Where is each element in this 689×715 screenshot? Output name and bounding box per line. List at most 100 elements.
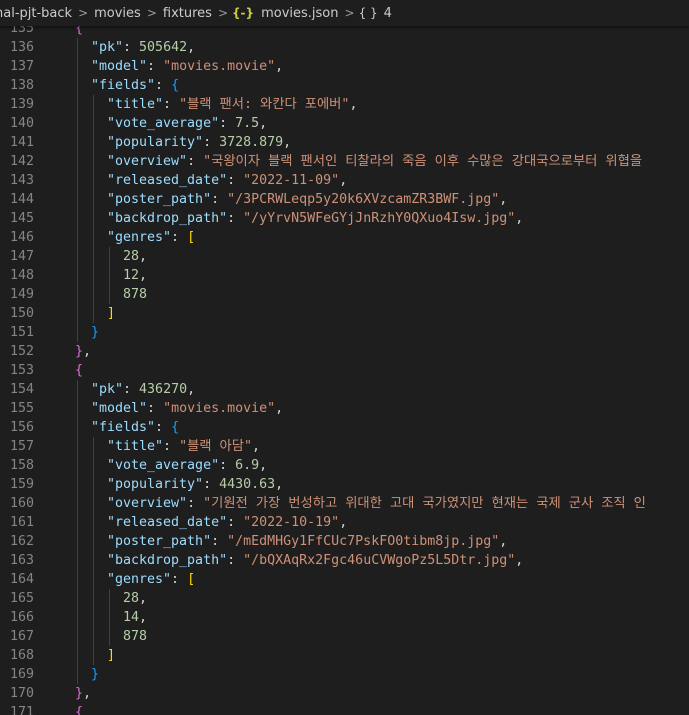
code-line[interactable]: 143 "released_date": "2022-11-09", bbox=[0, 171, 689, 190]
code-token: "블랙 팬서: 와칸다 포에버" bbox=[179, 97, 350, 112]
code-token: : bbox=[227, 515, 244, 530]
code-line[interactable]: 142 "overview": "국왕이자 블랙 팬서인 티찰라의 죽음 이후 수… bbox=[0, 152, 689, 171]
code-token: 878 bbox=[123, 629, 148, 644]
code-line[interactable]: 140 "vote_average": 7.5, bbox=[0, 114, 689, 133]
code-line[interactable]: 139 "title": "블랙 팬서: 와칸다 포에버", bbox=[0, 95, 689, 114]
code-line[interactable]: 159 "popularity": 4430.63, bbox=[0, 475, 689, 494]
line-number: 152 bbox=[9, 344, 34, 359]
line-number: 151 bbox=[9, 325, 34, 340]
code-token: 12 bbox=[123, 268, 140, 283]
code-line[interactable]: 144 "poster_path": "/3PCRWLeqp5y20k6XVzca… bbox=[0, 190, 689, 209]
code-token: "기원전 가장 번성하고 위대한 고대 국가였지만 현재는 국제 군사 조직 인 bbox=[203, 496, 646, 511]
code-text: "vote_average": 6.9, bbox=[107, 456, 267, 475]
code-token: : bbox=[163, 97, 180, 112]
code-token: "released_date" bbox=[107, 515, 228, 530]
code-line[interactable]: 146 "genres": [ bbox=[0, 228, 689, 247]
code-text: "released_date": "2022-10-19", bbox=[107, 513, 347, 532]
code-token: ] bbox=[107, 648, 116, 663]
breadcrumb-symbol[interactable]: 4 bbox=[382, 6, 394, 21]
code-line[interactable]: 141 "popularity": 3728.879, bbox=[0, 133, 689, 152]
line-number: 169 bbox=[9, 667, 34, 682]
breadcrumb-folder-movies[interactable]: movies bbox=[92, 6, 143, 21]
code-token: "fields" bbox=[91, 420, 156, 435]
code-line[interactable]: 136 "pk": 505642, bbox=[0, 38, 689, 57]
code-editor[interactable]: 135 {136 "pk": 505642, 137 "model": "movies.… bbox=[0, 26, 689, 715]
code-token: , bbox=[515, 553, 524, 568]
code-token: , bbox=[283, 135, 292, 150]
code-token: 6.9 bbox=[235, 458, 260, 473]
code-text: "fields": { bbox=[91, 76, 179, 95]
breadcrumb-folder-project[interactable]: nal-pjt-back bbox=[0, 6, 74, 21]
code-token: 14 bbox=[123, 610, 140, 625]
code-line[interactable]: 151} bbox=[0, 323, 689, 342]
code-line[interactable]: 158 "vote_average": 6.9, bbox=[0, 456, 689, 475]
code-text: "poster_path": "/3PCRWLeqp5y20k6XVzcamZR… bbox=[107, 190, 507, 209]
code-token: 878 bbox=[123, 287, 148, 302]
code-line[interactable]: 149 878 bbox=[0, 285, 689, 304]
code-token: , bbox=[259, 458, 268, 473]
breadcrumb-file[interactable]: movies.json bbox=[259, 6, 340, 21]
code-line[interactable]: 160 "overview": "기원전 가장 번성하고 위대한 고대 국가였지만… bbox=[0, 494, 689, 513]
code-line[interactable]: 153 { bbox=[0, 361, 689, 380]
code-lines: 135 {136 "pk": 505642, 137 "model": "movies.… bbox=[0, 26, 689, 715]
code-token: "backdrop_path" bbox=[107, 211, 228, 226]
indent-guide bbox=[77, 380, 78, 684]
code-token: , bbox=[252, 439, 261, 454]
code-line[interactable]: 154 "pk": 436270, bbox=[0, 380, 689, 399]
code-token: "pk" bbox=[91, 382, 124, 397]
code-text: 12, bbox=[123, 266, 147, 285]
code-line[interactable]: 150] bbox=[0, 304, 689, 323]
code-token: "overview" bbox=[107, 154, 188, 169]
code-token: : bbox=[227, 173, 244, 188]
code-line[interactable]: 156 "fields": { bbox=[0, 418, 689, 437]
breadcrumb-folder-fixtures[interactable]: fixtures bbox=[161, 6, 214, 21]
code-line[interactable]: 163 "backdrop_path": "/bQXAqRx2Fgc46uCVWg… bbox=[0, 551, 689, 570]
line-number: 147 bbox=[9, 249, 34, 264]
code-line[interactable]: 168] bbox=[0, 646, 689, 665]
code-token: "poster_path" bbox=[107, 534, 212, 549]
line-number: 145 bbox=[9, 211, 34, 226]
code-token: : bbox=[203, 477, 220, 492]
code-token: : bbox=[155, 420, 172, 435]
code-text: "genres": [ bbox=[107, 228, 195, 247]
code-line[interactable]: 167 878 bbox=[0, 627, 689, 646]
code-token: : bbox=[219, 116, 236, 131]
code-token: , bbox=[139, 610, 148, 625]
code-token: : bbox=[227, 211, 244, 226]
code-token: : bbox=[171, 230, 188, 245]
code-text: } bbox=[91, 665, 99, 684]
code-line[interactable]: 161 "released_date": "2022-10-19", bbox=[0, 513, 689, 532]
code-token: "popularity" bbox=[107, 477, 204, 492]
code-line[interactable]: 137 "model": "movies.movie", bbox=[0, 57, 689, 76]
code-token: "/bQXAqRx2Fgc46uCVWgoPz5L5Dtr.jpg" bbox=[243, 553, 516, 568]
line-number: 141 bbox=[9, 135, 34, 150]
code-line[interactable]: 162 "poster_path": "/mEdMHGy1FfCUc7PskFO0… bbox=[0, 532, 689, 551]
chevron-right-icon: > bbox=[344, 6, 355, 20]
code-line[interactable]: 155 "model": "movies.movie", bbox=[0, 399, 689, 418]
code-text: "title": "블랙 아담", bbox=[107, 437, 260, 456]
code-line[interactable]: 166 14, bbox=[0, 608, 689, 627]
code-line[interactable]: 170}, bbox=[0, 684, 689, 703]
code-token: , bbox=[139, 591, 148, 606]
code-line[interactable]: 138 "fields": { bbox=[0, 76, 689, 95]
line-number: 149 bbox=[9, 287, 34, 302]
indent-guide bbox=[93, 95, 94, 323]
code-token: 505642 bbox=[139, 40, 188, 55]
code-line[interactable]: 148 12, bbox=[0, 266, 689, 285]
code-token: "released_date" bbox=[107, 173, 228, 188]
code-token: : bbox=[155, 78, 172, 93]
code-token: } bbox=[75, 344, 84, 359]
code-line[interactable]: 157 "title": "블랙 아담", bbox=[0, 437, 689, 456]
code-line[interactable]: 145 "backdrop_path": "/yYrvN5WFeGYjJnRzhY… bbox=[0, 209, 689, 228]
code-token: , bbox=[187, 40, 196, 55]
code-line[interactable]: 171 { bbox=[0, 703, 689, 715]
code-line[interactable]: 147 28, bbox=[0, 247, 689, 266]
code-line[interactable]: 165 28, bbox=[0, 589, 689, 608]
code-token: "블랙 아담" bbox=[179, 439, 253, 454]
code-line[interactable]: 164 "genres": [ bbox=[0, 570, 689, 589]
code-line[interactable]: 152}, bbox=[0, 342, 689, 361]
code-line[interactable]: 169} bbox=[0, 665, 689, 684]
code-text: "model": "movies.movie", bbox=[91, 399, 283, 418]
code-token: , bbox=[515, 211, 524, 226]
code-line[interactable]: 135 { bbox=[0, 26, 689, 38]
